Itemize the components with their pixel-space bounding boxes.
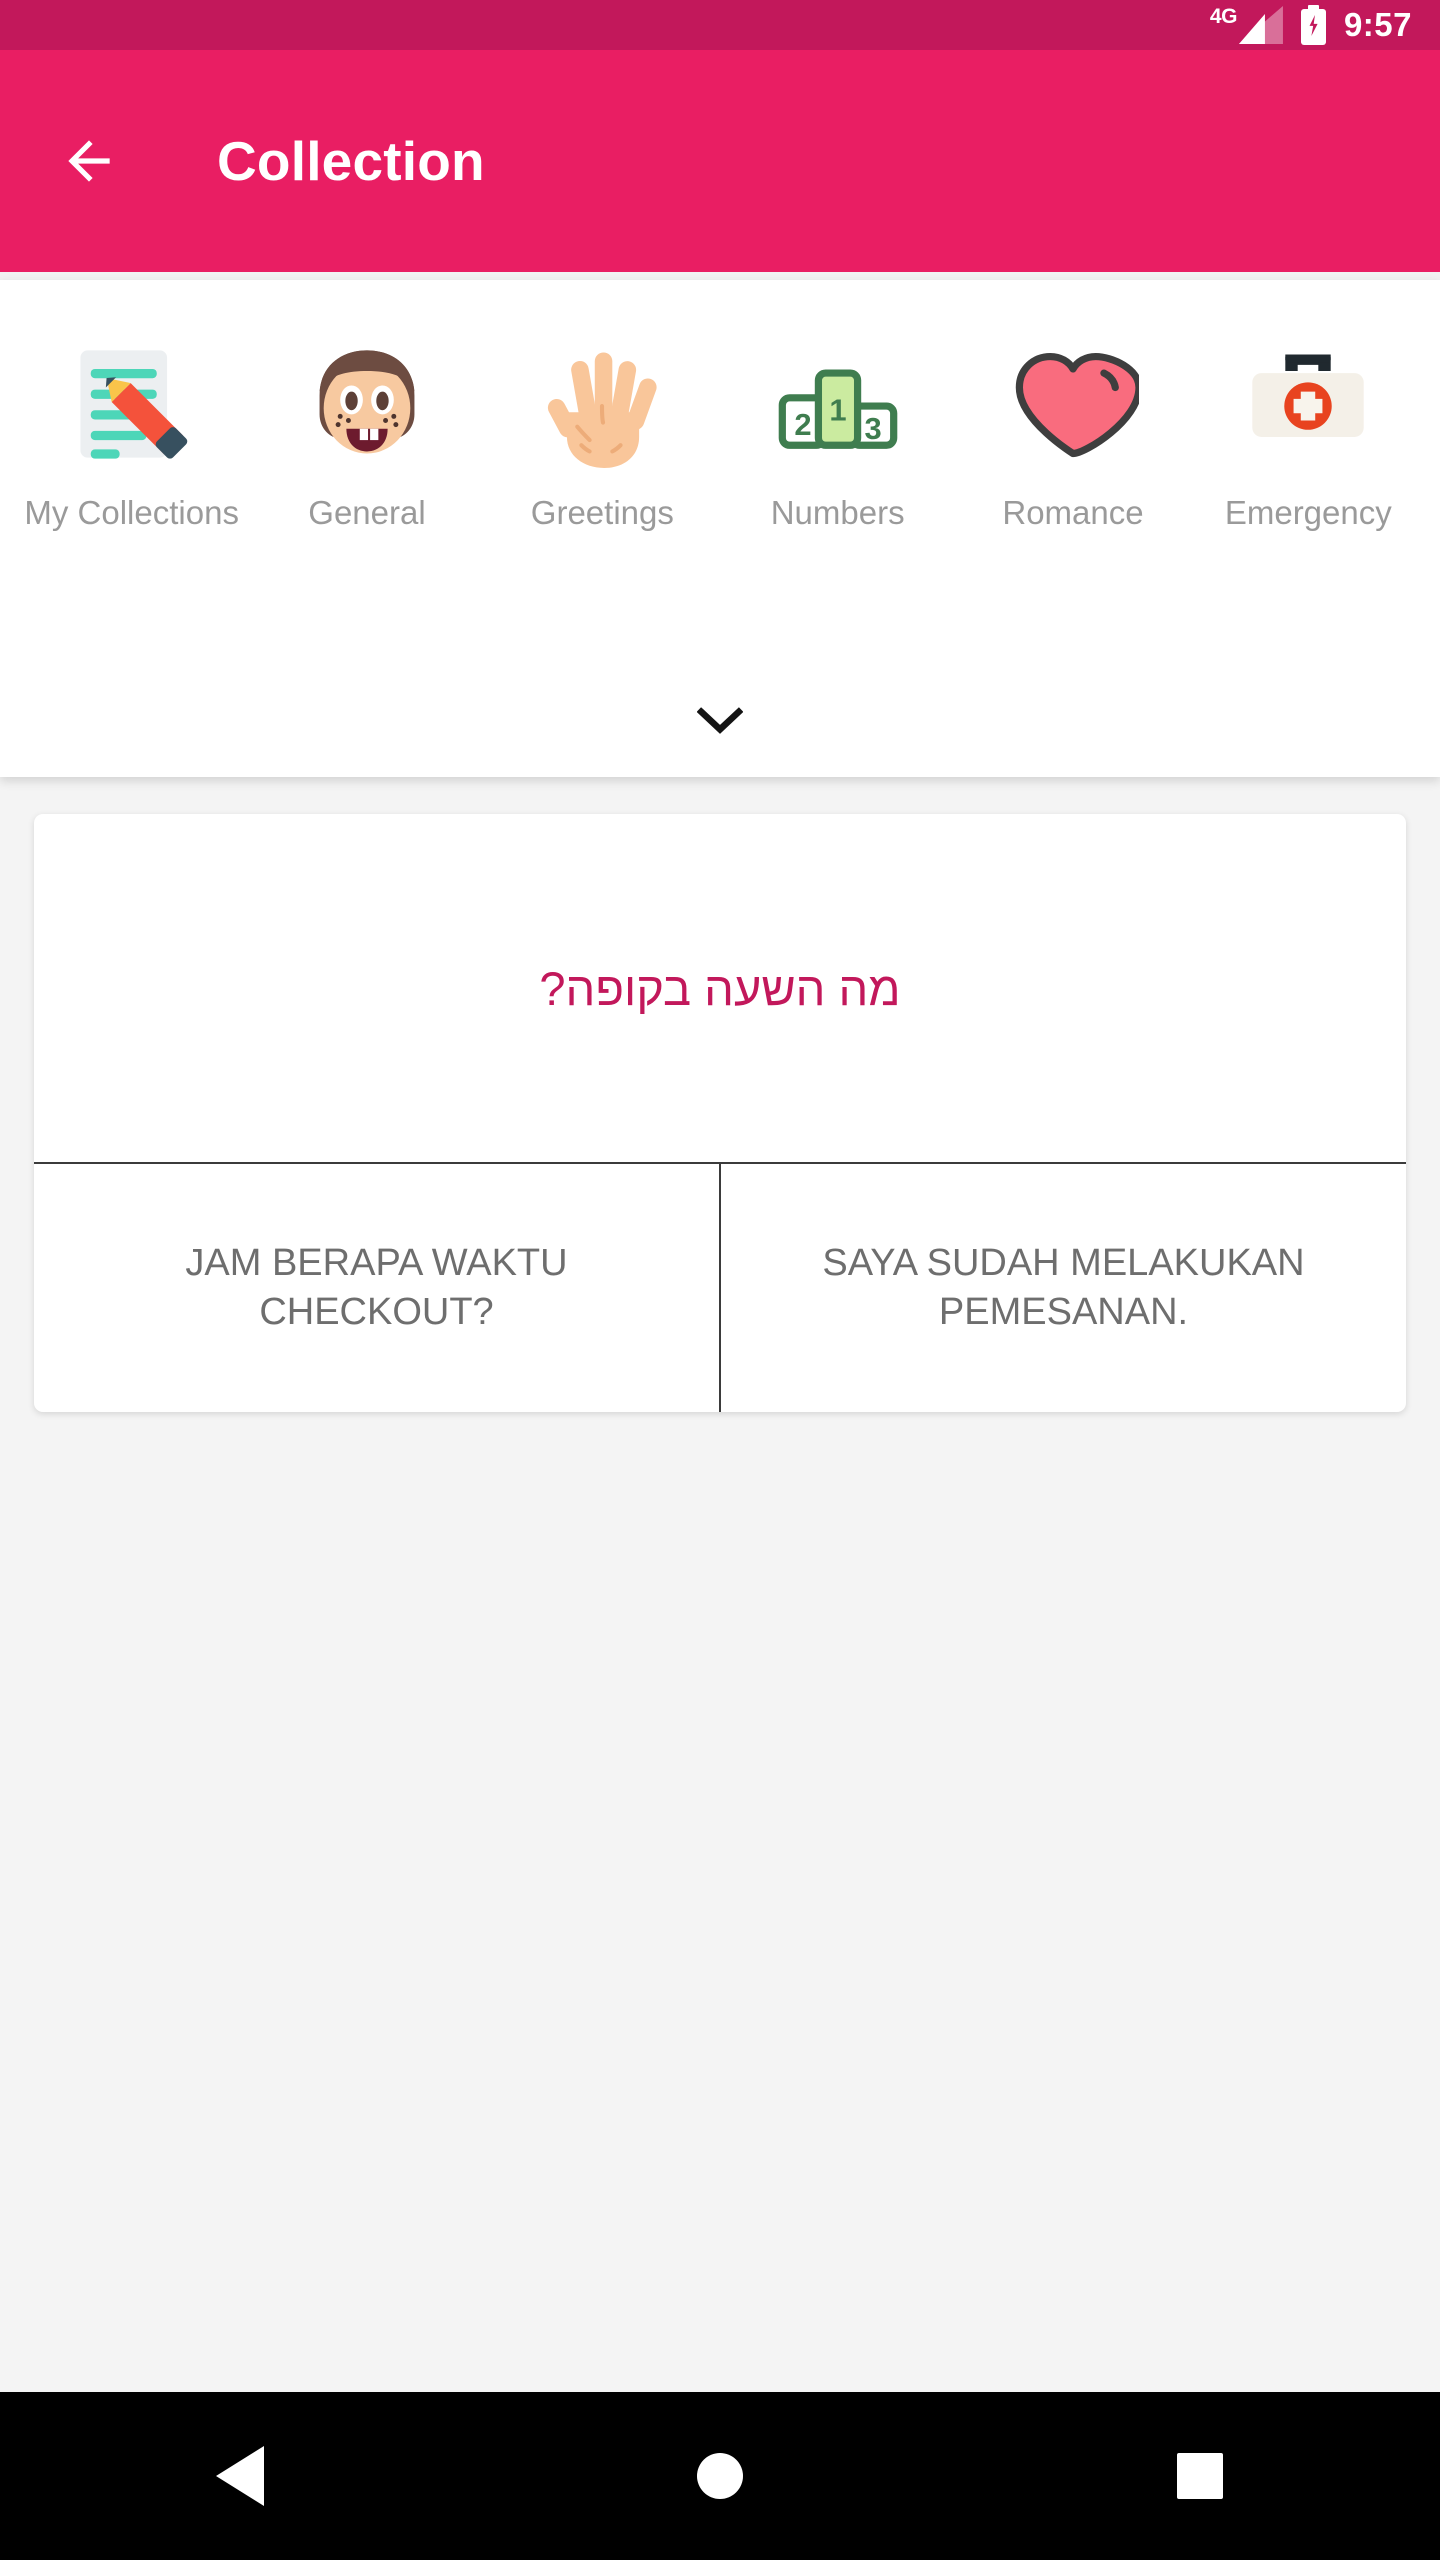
svg-text:3: 3	[864, 411, 881, 446]
status-bar: 4G 9:57	[0, 0, 1440, 50]
category-item-general[interactable]: General	[249, 280, 484, 533]
category-item-numbers[interactable]: 2 1 3 Numbers	[720, 280, 955, 533]
arrow-left-icon	[68, 140, 110, 182]
svg-text:1: 1	[829, 393, 846, 428]
category-item-my-collections[interactable]: My Collections	[14, 280, 249, 533]
svg-text:2: 2	[794, 407, 811, 442]
girl-face-emoji	[285, 322, 449, 486]
phrase-card[interactable]: מה השעה בקופה? JAM BERAPA WAKTU CHECKOUT…	[34, 814, 1406, 1412]
chevron-down-icon	[697, 707, 743, 734]
category-panel: My Collections General Greetings 2 1 3 N…	[0, 280, 1440, 777]
category-row: My Collections General Greetings 2 1 3 N…	[0, 280, 1440, 533]
translation-cell[interactable]: SAYA SUDAH MELAKUKAN PEMESANAN.	[721, 1164, 1406, 1412]
app-bar: Collection	[0, 50, 1440, 272]
category-label: Greetings	[530, 494, 674, 531]
category-label: My Collections	[24, 494, 239, 531]
category-label: General	[308, 494, 426, 531]
phone-screen: 4G 9:57 Collection My Collections Genera…	[0, 0, 1440, 2560]
circle-home-icon	[697, 2453, 743, 2499]
phrase-translation-row: JAM BERAPA WAKTU CHECKOUT? SAYA SUDAH ME…	[34, 1164, 1406, 1412]
nav-back-button[interactable]	[180, 2416, 300, 2536]
memo-emoji	[50, 322, 214, 486]
category-label: Numbers	[770, 494, 905, 531]
triangle-back-icon	[216, 2446, 264, 2506]
system-navigation-bar	[0, 2392, 1440, 2560]
category-item-romance[interactable]: Romance	[955, 280, 1190, 533]
category-label: Emergency	[1224, 494, 1392, 531]
signal-icon	[1238, 6, 1283, 44]
podium-emoji: 2 1 3	[756, 322, 920, 486]
network-type-label: 4G	[1209, 5, 1238, 28]
translation-cell[interactable]: JAM BERAPA WAKTU CHECKOUT?	[34, 1164, 721, 1412]
clock-label: 9:57	[1343, 6, 1412, 43]
nav-recents-button[interactable]	[1140, 2416, 1260, 2536]
phrase-source-row[interactable]: מה השעה בקופה?	[34, 814, 1406, 1164]
nav-home-button[interactable]	[660, 2416, 780, 2536]
square-recents-icon	[1177, 2453, 1223, 2499]
category-item-emergency[interactable]: Emergency	[1191, 280, 1426, 533]
category-item-greetings[interactable]: Greetings	[485, 280, 720, 533]
first-aid-kit-emoji	[1226, 322, 1390, 486]
heart-emoji	[991, 322, 1155, 486]
translation-text: JAM BERAPA WAKTU CHECKOUT?	[185, 1242, 568, 1333]
expand-categories-button[interactable]	[0, 691, 1440, 751]
back-button[interactable]	[58, 130, 120, 192]
battery-charging-icon	[1300, 5, 1326, 45]
phrase-source-text: מה השעה בקופה?	[539, 961, 901, 1015]
translation-text: SAYA SUDAH MELAKUKAN PEMESANAN.	[822, 1242, 1305, 1333]
category-label: Romance	[1002, 494, 1144, 531]
raised-hand-emoji	[520, 322, 684, 486]
page-title: Collection	[217, 130, 485, 192]
